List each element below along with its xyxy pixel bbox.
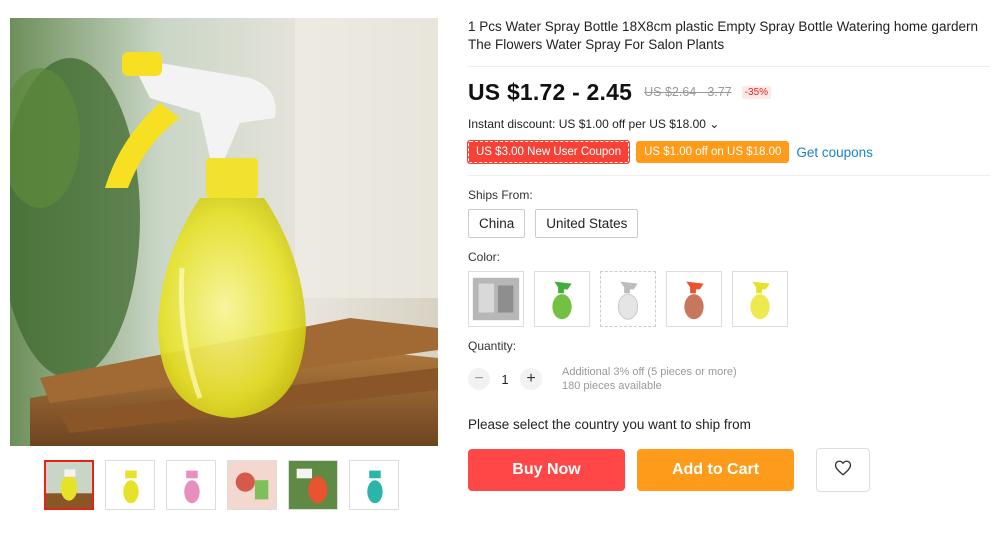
- color-swatch-white[interactable]: [600, 271, 656, 327]
- color-swatch-gray[interactable]: [468, 271, 524, 327]
- bulk-discount-note: Additional 3% off (5 pieces or more): [562, 366, 737, 378]
- quantity-value[interactable]: 1: [490, 372, 520, 387]
- get-coupons-link[interactable]: Get coupons: [796, 145, 873, 160]
- instant-discount[interactable]: Instant discount: US $1.00 off per US $1…: [468, 117, 990, 131]
- thumbnail-2[interactable]: [105, 460, 155, 510]
- quantity-label: Quantity:: [468, 339, 517, 353]
- color-swatch-red[interactable]: [666, 271, 722, 327]
- decrement-button[interactable]: −: [468, 368, 490, 390]
- coupon-row: US $3.00 New User Coupon US $1.00 off on…: [468, 141, 990, 163]
- thumbnail-5[interactable]: [288, 460, 338, 510]
- quantity-note: Additional 3% off (5 pieces or more) 180…: [562, 365, 737, 393]
- increment-button[interactable]: +: [520, 368, 542, 390]
- buy-now-button[interactable]: Buy Now: [468, 449, 625, 491]
- heart-icon: [834, 459, 852, 482]
- thumbnail-1[interactable]: [44, 460, 94, 510]
- action-buttons: Buy Now Add to Cart: [468, 448, 990, 492]
- divider: [468, 175, 990, 176]
- color-swatch-yellow[interactable]: [732, 271, 788, 327]
- ships-from-options: China United States: [468, 209, 990, 238]
- thumbnail-4[interactable]: [227, 460, 277, 510]
- wishlist-button[interactable]: [816, 448, 870, 492]
- store-coupon[interactable]: US $1.00 off on US $18.00: [637, 142, 789, 162]
- original-price: US $2.64 - 3.77: [644, 85, 732, 99]
- color-swatch-green[interactable]: [534, 271, 590, 327]
- product-title: 1 Pcs Water Spray Bottle 18X8cm plastic …: [468, 19, 978, 52]
- stock-available-note: 180 pieces available: [562, 380, 662, 392]
- add-to-cart-button[interactable]: Add to Cart: [637, 449, 794, 491]
- ship-option-united-states[interactable]: United States: [535, 209, 639, 238]
- ship-country-message: Please select the country you want to sh…: [468, 417, 751, 432]
- ships-from-label: Ships From:: [468, 188, 533, 202]
- color-swatches: [468, 271, 990, 327]
- thumbnail-3[interactable]: [166, 460, 216, 510]
- new-user-coupon[interactable]: US $3.00 New User Coupon: [468, 141, 630, 163]
- color-label: Color:: [468, 250, 501, 264]
- thumbnail-strip: [44, 460, 399, 510]
- quantity-stepper: − 1 + Additional 3% off (5 pieces or mor…: [468, 365, 990, 393]
- ship-option-china[interactable]: China: [468, 209, 526, 238]
- discount-badge: -35%: [741, 85, 772, 99]
- divider: [468, 66, 990, 67]
- main-product-image: [10, 18, 438, 446]
- price-row: US $1.72 - 2.45 US $2.64 - 3.77 -35%: [468, 77, 990, 107]
- current-price: US $1.72 - 2.45: [468, 78, 633, 105]
- product-info-panel: 1 Pcs Water Spray Bottle 18X8cm plastic …: [468, 18, 990, 492]
- thumbnail-6[interactable]: [349, 460, 399, 510]
